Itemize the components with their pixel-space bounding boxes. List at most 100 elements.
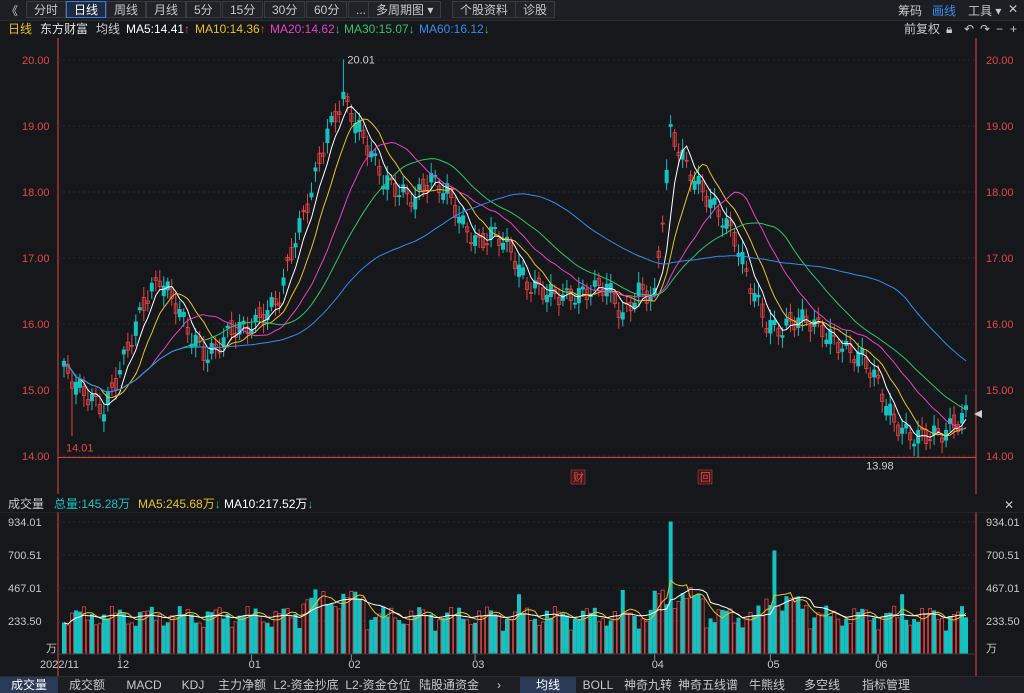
close-icon[interactable]: ✕ — [1008, 2, 1018, 16]
volume-bar — [912, 619, 917, 655]
tab-30min[interactable]: 30分 — [264, 1, 306, 18]
lock-icon[interactable]: 🔒︎ — [946, 20, 952, 38]
volume-bar — [944, 630, 949, 655]
candle-body — [752, 293, 757, 302]
volume-bar — [556, 611, 561, 655]
tab-intraday[interactable]: 分时 — [26, 1, 67, 18]
volume-bar — [301, 603, 306, 655]
event-marker-buyback[interactable]: 回 — [697, 469, 713, 485]
volume-bar — [249, 615, 254, 655]
close-panel-icon[interactable]: ✕ — [1004, 498, 1014, 512]
volume-bar — [365, 629, 370, 655]
volume-bar — [796, 596, 801, 655]
indicator-tab[interactable]: 陆股通资金 — [414, 677, 484, 693]
tab-weekly[interactable]: 周线 — [106, 1, 147, 18]
volume-bar — [121, 613, 126, 655]
volume-bar — [580, 610, 585, 655]
candle-body — [281, 277, 286, 286]
volume-bar — [313, 589, 318, 655]
redo-icon[interactable]: ↷ — [980, 20, 990, 38]
volume-bar — [361, 597, 366, 655]
volume-bar — [109, 606, 114, 655]
adjust-mode[interactable]: 前复权 — [904, 20, 940, 38]
back-icon[interactable]: 《 — [6, 2, 18, 19]
price-axis: 20.00 20.00 19.00 19.00 18.00 18.00 17.00 17.00… — [22, 55, 1014, 463]
candle-body — [756, 294, 761, 298]
tab-daily[interactable]: 日线 — [66, 1, 107, 18]
vol-tick-left: 700.51 — [8, 550, 42, 562]
indicator-tab[interactable]: 均线 — [520, 677, 576, 693]
tab-5min[interactable]: 5分 — [186, 1, 221, 18]
multi-period-dropdown[interactable]: 多周期图 ▾ — [368, 1, 442, 18]
volume-bar — [676, 600, 681, 655]
undo-icon[interactable]: ↶ — [964, 20, 974, 38]
indicator-tab[interactable]: 神奇九转 — [620, 677, 676, 693]
indicator-tab[interactable]: 神奇五线谱 — [676, 677, 740, 693]
draw-line-button[interactable]: 画线 — [932, 2, 956, 19]
indicator-mode[interactable]: 均线 — [96, 20, 120, 38]
indicator-tab[interactable]: 牛熊线 — [740, 677, 794, 693]
indicator-tab[interactable]: KDJ — [172, 677, 214, 693]
tools-menu[interactable]: 工具 ▾ — [968, 2, 1001, 19]
tab-15min[interactable]: 15分 — [222, 1, 264, 18]
indicator-tab[interactable]: L2-资金仓位 — [342, 677, 414, 693]
candle-body — [620, 312, 625, 320]
volume-bar — [840, 625, 845, 655]
volume-bar — [169, 615, 174, 655]
volume-bar — [808, 628, 813, 655]
svg-text:回: 回 — [700, 471, 711, 484]
stock-info-button[interactable]: 个股资料 — [452, 1, 517, 18]
indicator-tab[interactable]: L2-资金抄底 — [270, 677, 342, 693]
date-label: 01 — [249, 659, 261, 671]
volume-bar — [696, 593, 701, 655]
indicator-tab[interactable]: 成交额 — [58, 677, 116, 693]
vol-tick-right: 233.50 — [986, 616, 1020, 628]
volume-bar — [509, 618, 514, 655]
tab-monthly[interactable]: 月线 — [146, 1, 187, 18]
zoom-in-icon[interactable]: + — [1010, 20, 1017, 38]
volume-bar — [876, 629, 881, 655]
volume-bar — [644, 621, 649, 655]
indicator-tabs: 成交量 成交额 MACD KDJ 主力净额 L2-资金抄底 L2-资金仓位 陆股通资金 › 均线 B… — [0, 676, 1024, 693]
candle-body — [520, 267, 525, 276]
candle-body — [664, 169, 669, 184]
candle-body — [457, 216, 462, 224]
indicator-tab[interactable]: 主力净额 — [214, 677, 270, 693]
candle-body — [117, 370, 122, 375]
chips-button[interactable]: 筹码 — [898, 2, 922, 19]
volume-bar — [660, 589, 665, 655]
tab-scroll-arrow[interactable]: › — [492, 677, 506, 693]
vol-tick-left: 934.01 — [8, 517, 42, 529]
zoom-out-icon[interactable]: − — [996, 20, 1003, 38]
volume-bar — [77, 611, 82, 655]
volume-bar — [604, 625, 609, 655]
volume-bar — [532, 618, 537, 655]
diagnose-button[interactable]: 诊股 — [515, 1, 556, 18]
volume-title: 成交量 — [8, 497, 45, 511]
volume-bar — [105, 618, 110, 655]
volume-chart[interactable]: 934.01 934.01 700.51 700.51 467.01 467.01 233.… — [0, 512, 1024, 676]
indicator-tab[interactable]: MACD — [116, 677, 172, 693]
kline-chart[interactable]: 20.00 20.00 19.00 19.00 18.00 18.00 17.00 17.00… — [0, 38, 1024, 494]
indicator-tab[interactable]: 成交量 — [0, 677, 58, 693]
tab-60min[interactable]: 60分 — [306, 1, 348, 18]
indicator-tab[interactable]: 多空线 — [794, 677, 850, 693]
ma30-value: MA30:15.07↓ — [344, 22, 415, 36]
volume-bar — [572, 618, 577, 655]
volume-bar — [437, 619, 442, 655]
volume-bar — [748, 611, 753, 655]
volume-bar — [157, 613, 162, 655]
volume-bar — [940, 617, 945, 655]
volume-bar — [932, 610, 937, 655]
indicator-tab[interactable]: BOLL — [576, 677, 620, 693]
candle-body — [784, 318, 789, 326]
volume-bar — [385, 616, 390, 655]
volume-bar — [113, 612, 118, 655]
price-tick-right: 15.00 — [986, 385, 1014, 397]
volume-bar — [780, 610, 785, 655]
event-marker-finance[interactable]: 财 — [570, 469, 586, 485]
volume-bar — [600, 618, 605, 655]
volume-bar — [772, 550, 777, 655]
indicator-tab[interactable]: 指标管理 — [850, 677, 922, 693]
candle-body — [373, 153, 378, 157]
